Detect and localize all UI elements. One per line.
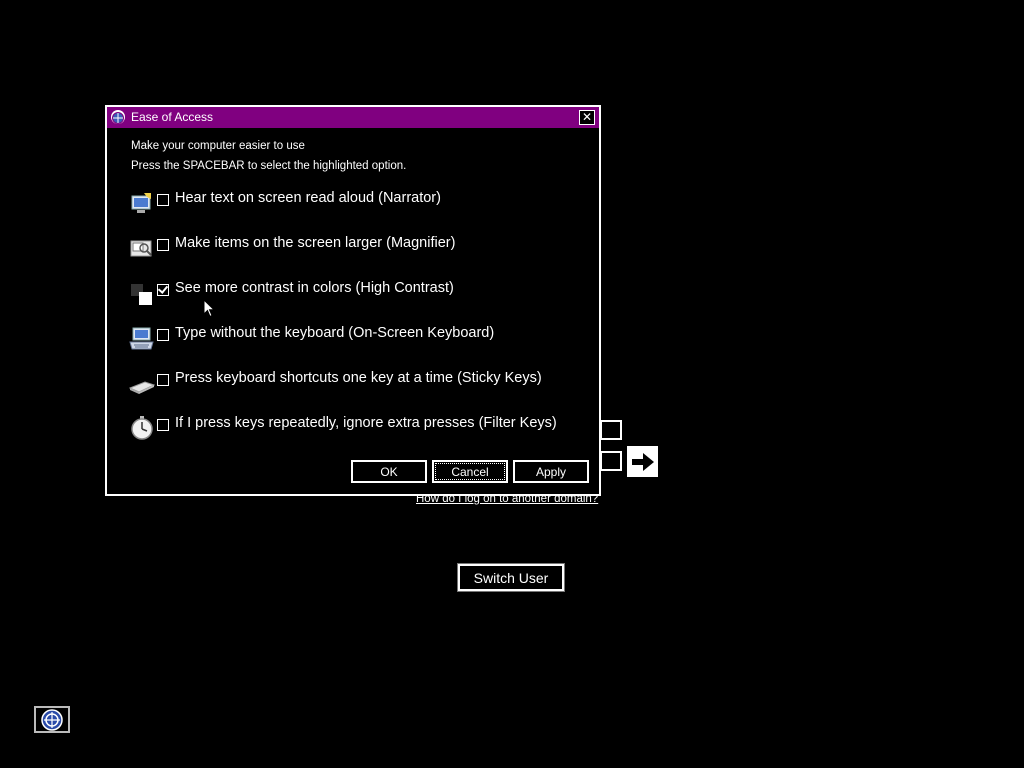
dialog-titlebar: Ease of Access ✕ xyxy=(107,107,599,128)
magnifier-checkbox[interactable] xyxy=(157,239,169,251)
keyboard-icon xyxy=(129,327,154,350)
apply-button[interactable]: Apply xyxy=(513,460,589,483)
on-screen-keyboard-label: Type without the keyboard (On-Screen Key… xyxy=(175,325,495,341)
high-contrast-label: See more contrast in colors (High Contra… xyxy=(175,280,454,296)
option-narrator[interactable]: Hear text on screen read aloud (Narrator… xyxy=(129,190,589,222)
high-contrast-icon xyxy=(131,284,152,305)
dialog-instruction: Press the SPACEBAR to select the highlig… xyxy=(131,160,407,172)
option-sticky-keys[interactable]: Press keyboard shortcuts one key at a ti… xyxy=(129,370,589,402)
ease-of-access-icon xyxy=(41,708,63,731)
cancel-button[interactable]: Cancel xyxy=(432,460,508,483)
ease-of-access-dialog: Ease of Access ✕ Make your computer easi… xyxy=(105,105,601,496)
option-filter-keys[interactable]: If I press keys repeatedly, ignore extra… xyxy=(129,415,589,447)
option-magnifier[interactable]: Make items on the screen larger (Magnifi… xyxy=(129,235,589,267)
magnifier-label: Make items on the screen larger (Magnifi… xyxy=(175,235,456,251)
sticky-keys-checkbox[interactable] xyxy=(157,374,169,386)
password-field[interactable] xyxy=(600,451,622,471)
filter-keys-icon xyxy=(131,416,153,440)
ok-button[interactable]: OK xyxy=(351,460,427,483)
close-button[interactable]: ✕ xyxy=(579,110,595,125)
filter-keys-checkbox[interactable] xyxy=(157,419,169,431)
magnifier-icon xyxy=(130,240,152,257)
mouse-cursor-icon xyxy=(203,299,215,318)
dialog-heading: Make your computer easier to use xyxy=(131,140,305,152)
option-high-contrast[interactable]: See more contrast in colors (High Contra… xyxy=(129,280,589,312)
on-screen-keyboard-checkbox[interactable] xyxy=(157,329,169,341)
close-icon: ✕ xyxy=(581,110,593,124)
option-on-screen-keyboard[interactable]: Type without the keyboard (On-Screen Key… xyxy=(129,325,589,357)
ease-of-access-button[interactable] xyxy=(34,706,70,733)
narrator-checkbox[interactable] xyxy=(157,194,169,206)
filter-keys-label: If I press keys repeatedly, ignore extra… xyxy=(175,415,557,431)
narrator-icon xyxy=(131,193,151,213)
submit-arrow-button[interactable] xyxy=(627,446,658,477)
high-contrast-checkbox[interactable] xyxy=(157,284,169,296)
narrator-label: Hear text on screen read aloud (Narrator… xyxy=(175,190,441,206)
switch-user-button[interactable]: Switch User xyxy=(457,563,565,592)
dialog-title: Ease of Access xyxy=(131,110,214,124)
arrow-right-icon xyxy=(631,452,654,471)
sticky-keys-label: Press keyboard shortcuts one key at a ti… xyxy=(175,370,542,386)
ease-of-access-title-icon xyxy=(111,110,125,124)
sticky-keys-icon xyxy=(129,381,155,394)
username-field[interactable] xyxy=(600,420,622,440)
